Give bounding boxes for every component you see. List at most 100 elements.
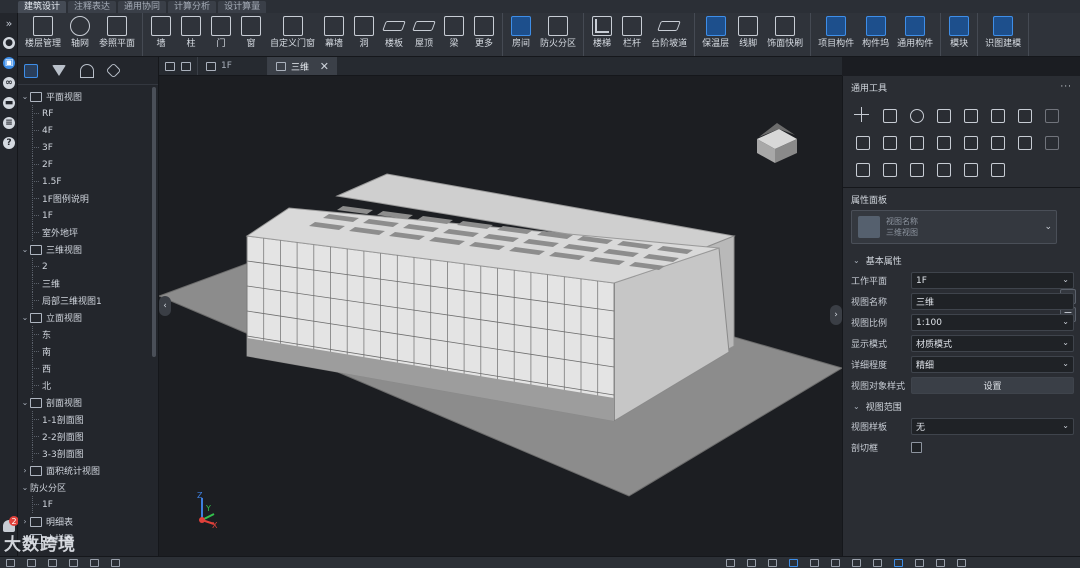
column-button[interactable]: 柱 [176,13,206,56]
tree-item[interactable]: 2-2剖面图 [18,428,158,445]
curtain-wall-button[interactable]: 幕墙 [319,13,349,56]
chevron-down-icon[interactable]: ⌄ [20,313,30,322]
section-view-range[interactable]: ⌄ 视图范围 [843,396,1080,416]
status-tool-icon[interactable] [936,558,945,567]
expand-icon[interactable]: » [0,13,18,33]
property-select[interactable]: 材质模式 ⌄ [911,335,1074,352]
mirror-icon[interactable] [849,129,876,156]
tab-window-icon[interactable] [181,61,191,71]
view-tree-icon[interactable] [24,63,38,78]
move-icon[interactable] [849,102,876,129]
module-tab[interactable]: 计算分析 [168,1,217,13]
3d-viewport[interactable]: Z Y X ‹ › [159,76,842,556]
section-basic-properties[interactable]: ⌄ 基本属性 [843,250,1080,270]
more-options-icon[interactable]: ··· [1060,82,1072,92]
tree-category[interactable]: ⌄ 剖面视图 [18,394,158,411]
module-tab[interactable]: 注释表达 [68,1,117,13]
chevron-down-icon[interactable]: ⌄ [20,483,30,492]
molding-button[interactable]: 线脚 [733,13,763,56]
tree-item[interactable]: 1.5F [18,173,158,190]
tree-item[interactable]: 1-1剖面图 [18,411,158,428]
model-icon[interactable] [105,62,122,79]
link-icon[interactable]: ∞ [0,73,18,93]
tree-item[interactable]: 北 [18,377,158,394]
collapse-right-button[interactable]: › [830,305,842,325]
status-tool-icon[interactable] [6,558,15,567]
globe-icon[interactable]: ● [0,33,18,53]
join-icon[interactable] [930,129,957,156]
tree-category[interactable]: › 面积统计视图 [18,462,158,479]
status-tool-icon[interactable] [894,558,903,567]
browser-scrollbar[interactable] [152,87,156,357]
copy-icon[interactable] [876,102,903,129]
property-select[interactable]: 1:100 ⌄ [911,314,1074,331]
tree-item[interactable]: 局部三维视图1 [18,292,158,309]
status-tool-icon[interactable] [48,558,57,567]
pin-icon[interactable] [957,156,984,183]
close-tab-icon[interactable]: ✕ [320,60,329,73]
collapse-left-button[interactable]: ‹ [159,296,171,316]
cube-icon[interactable]: ▣ [0,53,18,73]
custom-door-window-button[interactable]: 自定义门窗 [266,13,319,56]
floor-manage-button[interactable]: 楼层管理 [21,13,65,56]
status-tool-icon[interactable] [747,558,756,567]
opening-button[interactable]: 洞 [349,13,379,56]
chevron-down-icon[interactable]: ⌄ [20,398,30,407]
tree-item[interactable]: RF [18,105,158,122]
paint-icon[interactable] [1038,102,1065,129]
roof-button[interactable]: 屋顶 [409,13,439,56]
section-box-checkbox[interactable] [911,442,922,453]
trim-icon[interactable] [903,129,930,156]
status-tool-icon[interactable] [873,558,882,567]
wall-button[interactable]: 墙 [146,13,176,56]
tree-category[interactable]: › 明细表 [18,513,158,530]
status-tool-icon[interactable] [726,558,735,567]
tab-1f[interactable]: 1F [197,57,267,75]
tree-item[interactable]: 1F [18,207,158,224]
module-tab[interactable]: 建筑设计 [18,1,67,13]
window-button[interactable]: 窗 [236,13,266,56]
tree-item[interactable]: 南 [18,343,158,360]
tree-item[interactable]: 室外地坪 [18,224,158,241]
tree-item[interactable]: 1F [18,496,158,513]
status-tool-icon[interactable] [27,558,36,567]
tree-category[interactable]: ⌄ 三维视图 [18,241,158,258]
group-icon[interactable] [984,129,1011,156]
module-tab[interactable]: 设计算量 [218,1,267,13]
tree-item[interactable]: 三维 [18,275,158,292]
status-tool-icon[interactable] [852,558,861,567]
tree-category[interactable]: ⌄ 立面视图 [18,309,158,326]
tree-item[interactable]: 东 [18,326,158,343]
recognize-model-button[interactable]: 识图建模 [981,13,1025,56]
beam-button[interactable]: 梁 [439,13,469,56]
split-icon[interactable] [957,102,984,129]
ref-plane-button[interactable]: 参照平面 [95,13,139,56]
fire-zone-button[interactable]: 防火分区 [536,13,580,56]
filter-icon[interactable] [52,65,66,76]
tab-3d[interactable]: 三维 ✕ [267,57,337,75]
tree-item[interactable]: 3F [18,139,158,156]
align-icon[interactable] [930,102,957,129]
floor-slab-button[interactable]: 楼板 [379,13,409,56]
match-icon[interactable] [957,129,984,156]
tree-item[interactable]: 西 [18,360,158,377]
type-selector[interactable]: 视图名称 三维视图 ⌄ [851,210,1057,244]
folder-icon[interactable]: ▬ [0,93,18,113]
measure-icon[interactable] [903,156,930,183]
status-tool-icon[interactable] [957,558,966,567]
status-tool-icon[interactable] [111,558,120,567]
tree-item[interactable]: 1F图例说明 [18,190,158,207]
stair-button[interactable]: 楼梯 [587,13,617,56]
status-tool-icon[interactable] [831,558,840,567]
tree-item[interactable]: 2F [18,156,158,173]
status-tool-icon[interactable] [69,558,78,567]
status-tool-icon[interactable] [90,558,99,567]
status-tool-icon[interactable] [810,558,819,567]
door-button[interactable]: 门 [206,13,236,56]
more-button[interactable]: 更多 [469,13,499,56]
property-select[interactable]: 1F ⌄ [911,272,1074,289]
delete-icon[interactable] [876,156,903,183]
project-component-button[interactable]: 项目构件 [814,13,858,56]
component-tree-icon[interactable] [80,63,94,78]
rotate-icon[interactable] [903,102,930,129]
